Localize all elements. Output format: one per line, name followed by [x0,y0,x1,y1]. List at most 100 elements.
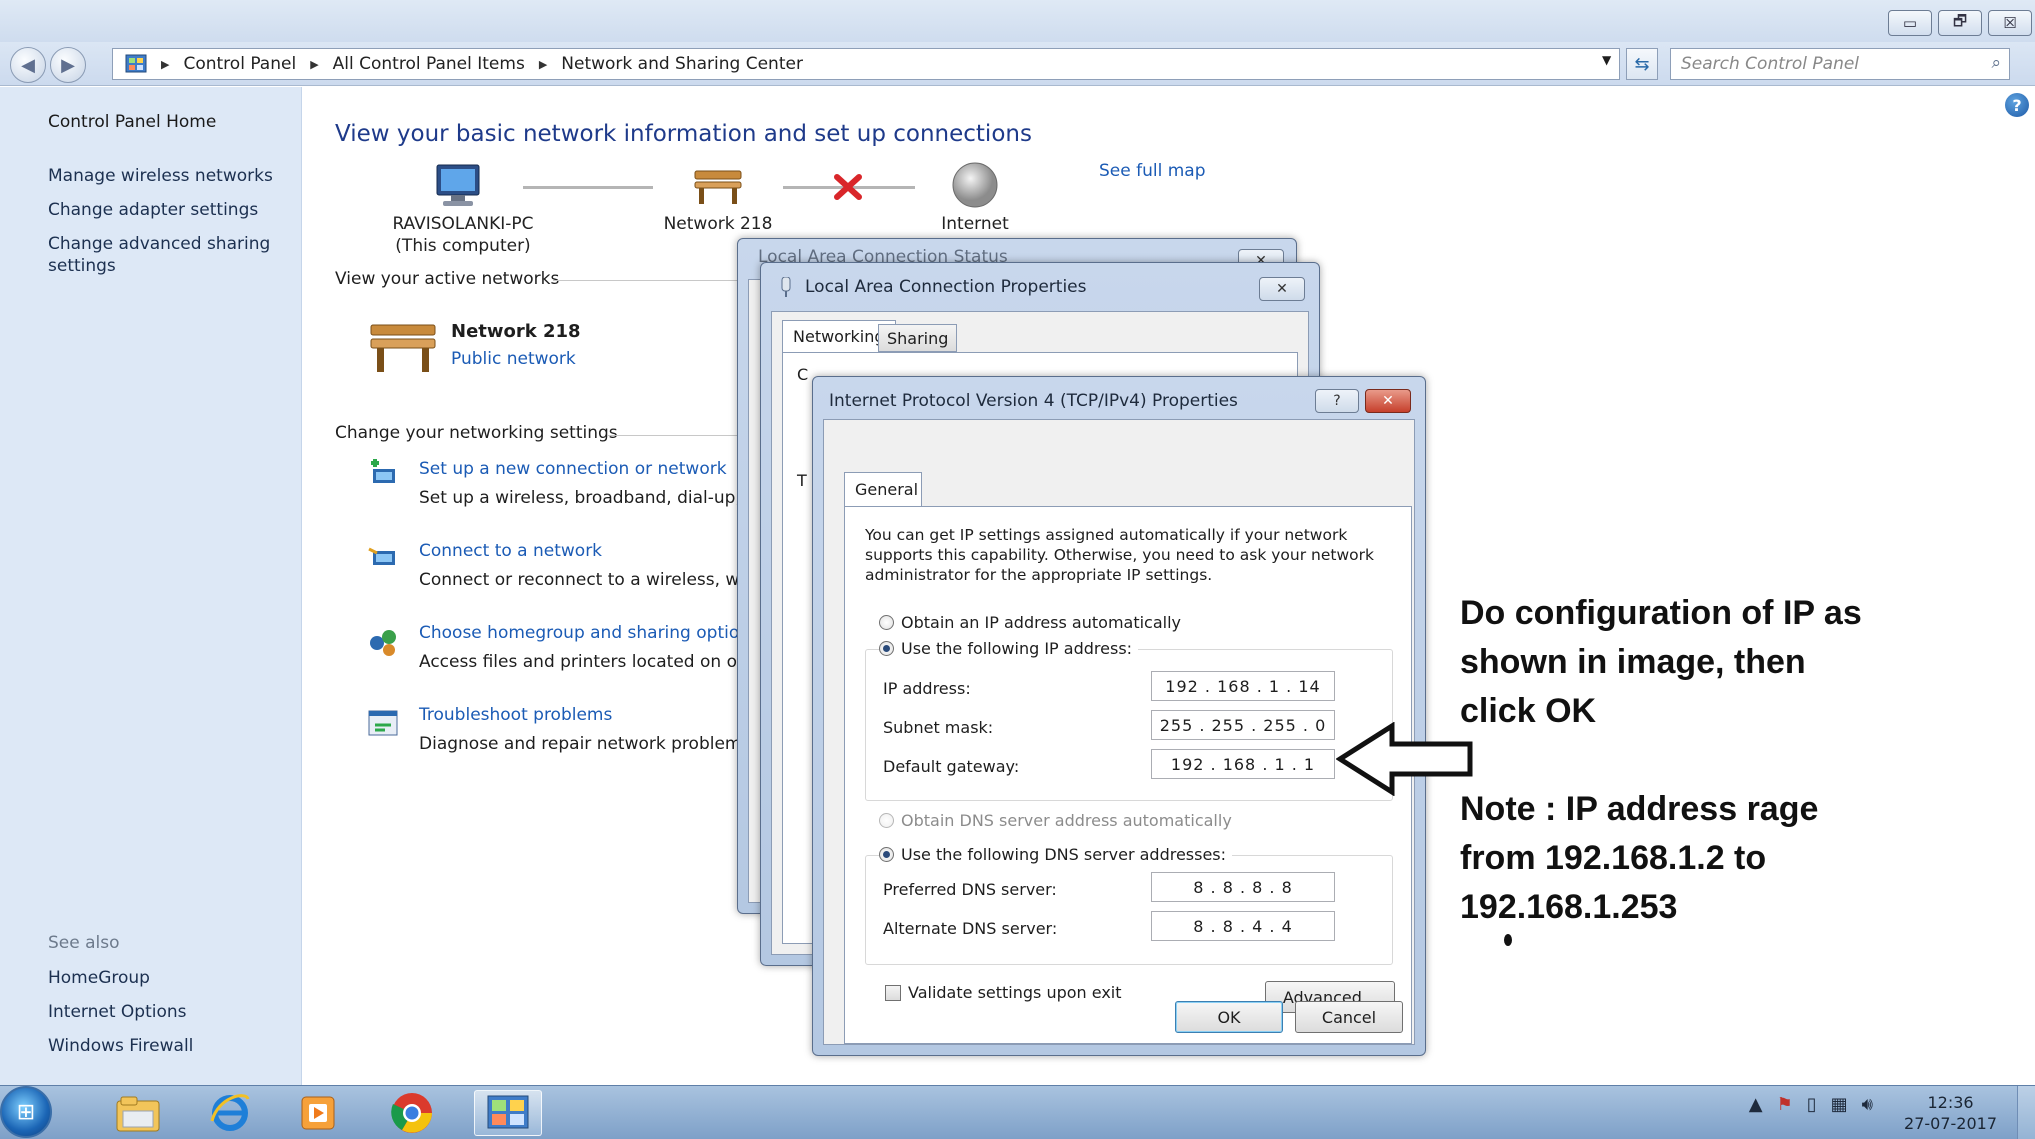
default-gateway-label: Default gateway: [883,757,1020,776]
address-toolbar: ◀ ▶ ▶ Control Panel ▶ All Control Panel … [0,42,2035,86]
address-dropdown-icon[interactable]: ▼ [1602,53,1611,67]
refresh-icon[interactable]: ⇆ [1626,48,1658,80]
control-panel-home-link[interactable]: Control Panel Home [48,111,216,133]
see-full-map-link[interactable]: See full map [1099,161,1206,181]
close-icon[interactable]: ✕ [1365,389,1411,413]
instruction-line: click OK [1460,692,1597,730]
help-icon[interactable]: ? [2005,93,2029,117]
clock[interactable]: 12:36 27-07-2017 [1904,1092,1997,1134]
new-connection-link[interactable]: Set up a new connection or network [419,459,727,479]
alternate-dns-field[interactable]: 8 . 8 . 4 . 4 [1151,911,1335,941]
homegroup-desc: Access files and printers located on oth… [419,652,772,672]
start-orb-icon[interactable]: ⊞ [0,1086,52,1138]
media-player-icon[interactable] [288,1090,348,1136]
help-button[interactable]: ? [1315,389,1359,413]
close-icon[interactable]: ✕ [1259,277,1305,301]
forward-icon[interactable]: ▶ [50,47,86,83]
subnet-mask-field[interactable]: 255 . 255 . 255 . 0 [1151,710,1335,740]
default-gateway-field[interactable]: 192 . 168 . 1 . 1 [1151,749,1335,779]
general-panel: You can get IP settings assigned automat… [844,506,1412,1044]
obtain-ip-auto-label: Obtain an IP address automatically [901,613,1182,632]
change-sharing-link[interactable]: Change advanced sharing [48,233,270,255]
show-hidden-icons-icon[interactable]: ▲ [1749,1094,1763,1115]
close-button[interactable]: ☒ [1988,10,2032,36]
volume-icon[interactable]: 🔊︎ [1862,1094,1873,1115]
action-center-icon[interactable]: ⚑ [1777,1094,1793,1115]
note-annotation: Note : IP address rage from 192.168.1.2 … [1460,785,1818,932]
windows-firewall-link[interactable]: Windows Firewall [48,1035,193,1057]
arrow-left-icon [1336,722,1473,796]
crumb-separator[interactable]: ▶ [539,58,547,71]
use-following-dns-radio[interactable]: Use the following DNS server addresses: [879,845,1233,864]
homegroup-link[interactable]: Choose homegroup and sharing options [419,623,759,643]
search-input[interactable]: Search Control Panel ⌕ [1670,48,2010,80]
show-desktop-button[interactable] [2017,1086,2035,1139]
radio-on-icon[interactable] [879,847,894,862]
map-network-label[interactable]: Network 218 [653,213,783,235]
change-adapter-link[interactable]: Change adapter settings [48,199,258,221]
minimize-button[interactable]: ▭ [1888,10,1932,36]
search-icon[interactable]: ⌕ [1991,53,2001,73]
crumb-control-panel[interactable]: Control Panel [183,54,296,74]
radio-on-icon[interactable] [879,641,894,656]
radio-off-icon[interactable] [879,615,894,630]
use-following-ip-label: Use the following IP address: [901,639,1133,658]
checkbox-icon[interactable] [885,984,901,1001]
network-adapter-icon [781,277,791,297]
cancel-button[interactable]: Cancel [1295,1001,1403,1033]
obtain-ip-auto-radio[interactable]: Obtain an IP address automatically [879,613,1181,632]
homegroup-icon [370,630,396,656]
alternate-dns-label: Alternate DNS server: [883,919,1058,938]
network-tray-icon[interactable]: ▦ [1831,1094,1848,1115]
bench-network-icon [694,170,742,204]
homegroup-link[interactable]: HomeGroup [48,967,150,989]
ip-address-label: IP address: [883,679,971,698]
lan-properties-title: Local Area Connection Properties [805,277,1087,297]
globe-icon [952,162,998,208]
chrome-icon[interactable] [382,1090,442,1136]
active-network-type-link[interactable]: Public network [451,349,576,369]
crumb-separator[interactable]: ▶ [310,58,318,71]
manage-wireless-link[interactable]: Manage wireless networks [48,165,273,187]
tab-general[interactable]: General [844,472,922,506]
map-connector-line [523,186,653,189]
battery-icon[interactable]: ▯ [1807,1094,1817,1115]
tab-sharing[interactable]: Sharing [878,324,958,352]
clock-date: 27-07-2017 [1904,1114,1997,1133]
change-settings-label: Change your networking settings [335,423,618,443]
new-connection-desc: Set up a wireless, broadband, dial-up, a… [419,488,768,508]
ie-icon[interactable] [200,1090,260,1136]
ip-address-field[interactable]: 192 . 168 . 1 . 14 [1151,671,1335,701]
crumb-separator[interactable]: ▶ [161,58,169,71]
ipv4-properties-dialog: Internet Protocol Version 4 (TCP/IPv4) P… [812,376,1426,1056]
crumb-network-center[interactable]: Network and Sharing Center [561,54,803,74]
radio-off-icon[interactable] [879,813,894,828]
change-sharing-link-cont[interactable]: settings [48,255,116,277]
validate-checkbox[interactable]: Validate settings upon exit [885,983,1122,1002]
ok-button[interactable]: OK [1175,1001,1283,1033]
search-placeholder: Search Control Panel [1681,54,1860,74]
crumb-all-items[interactable]: All Control Panel Items [333,54,525,74]
preferred-dns-field[interactable]: 8 . 8 . 8 . 8 [1151,872,1335,902]
instruction-annotation: Do configuration of IP as shown in image… [1460,589,1862,736]
control-panel-icon [125,54,147,73]
connect-network-link[interactable]: Connect to a network [419,541,602,561]
explorer-icon[interactable] [108,1090,168,1136]
internet-options-link[interactable]: Internet Options [48,1001,187,1023]
map-internet-label[interactable]: Internet [925,213,1025,235]
instruction-line: shown in image, then [1460,643,1806,681]
map-computer-label: RAVISOLANKI-PC (This computer) [383,213,543,257]
obtain-dns-auto-radio[interactable]: Obtain DNS server address automatically [879,811,1232,830]
breadcrumb[interactable]: ▶ Control Panel ▶ All Control Panel Item… [112,48,1620,80]
connect-network-icon [368,547,395,565]
restore-button[interactable]: 🗗 [1938,10,1982,36]
use-following-ip-radio[interactable]: Use the following IP address: [879,639,1139,658]
computer-name: RAVISOLANKI-PC [392,214,534,234]
control-panel-taskbar-icon[interactable] [474,1090,542,1136]
mouse-cursor-dot [1504,934,1512,946]
note-line: Note : IP address rage [1460,790,1819,828]
active-networks-label: View your active networks [335,269,560,289]
subnet-mask-label: Subnet mask: [883,718,994,737]
troubleshoot-link[interactable]: Troubleshoot problems [419,705,612,725]
back-icon[interactable]: ◀ [10,47,46,83]
